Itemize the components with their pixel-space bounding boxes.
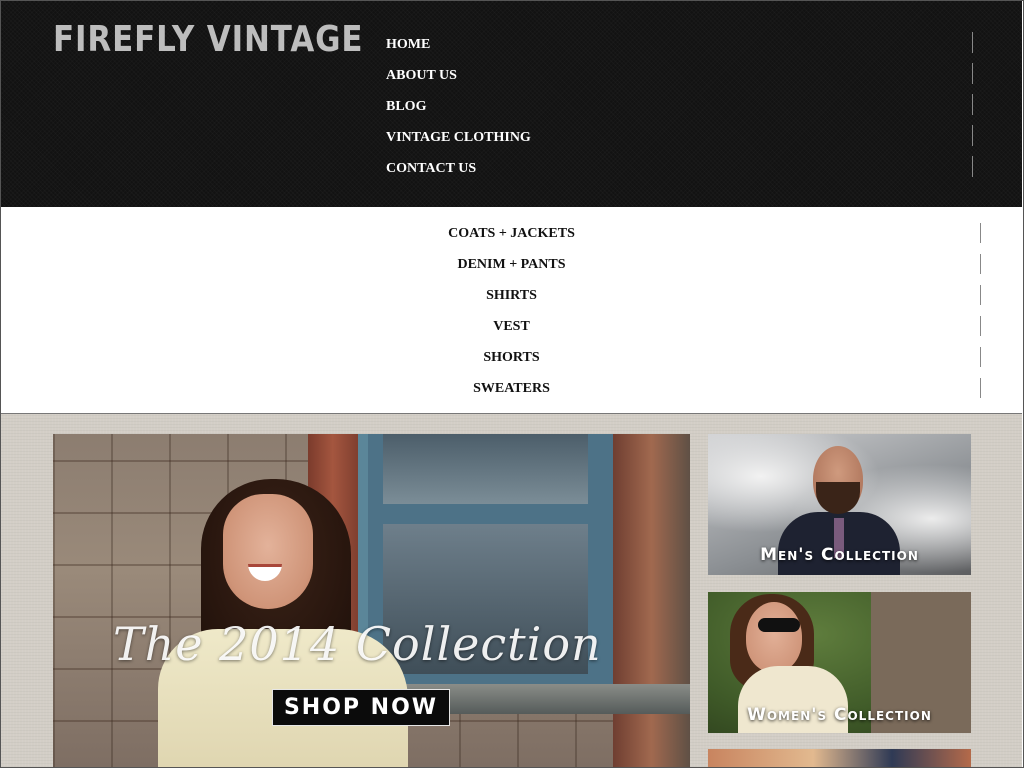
site-logo[interactable]: FIREFLY VINTAGE — [53, 19, 363, 60]
hero-window-pane — [383, 434, 588, 504]
category-divider — [980, 316, 981, 336]
nav-link-about-us[interactable]: ABOUT US — [386, 68, 457, 83]
category-divider — [980, 347, 981, 367]
nav-link-blog[interactable]: BLOG — [386, 99, 426, 114]
category-divider — [980, 223, 981, 243]
womens-collection-tile[interactable]: Women's Collection — [708, 592, 971, 733]
hero-headline: The 2014 Collection — [113, 617, 602, 671]
category-item-sweaters: SWEATERS — [1, 378, 1022, 409]
category-item-coats-jackets: COATS + JACKETS — [1, 223, 1022, 254]
womens-tile-model-face — [746, 602, 802, 672]
nav-item-vintage-clothing: VINTAGE CLOTHING — [386, 124, 974, 155]
main-nav: HOME ABOUT US BLOG VINTAGE CLOTHING CONT… — [386, 31, 974, 186]
category-link-sweaters[interactable]: SWEATERS — [473, 381, 550, 396]
nav-divider — [972, 156, 973, 177]
category-divider — [980, 285, 981, 305]
main-content: The 2014 Collection SHOP NOW Men's Colle… — [1, 414, 1022, 767]
sunglasses-icon — [758, 618, 800, 632]
mens-tile-beard — [816, 482, 860, 514]
category-link-vest[interactable]: VEST — [493, 319, 530, 334]
category-nav: COATS + JACKETS DENIM + PANTS SHIRTS VES… — [1, 223, 1022, 409]
nav-divider — [972, 94, 973, 115]
category-divider — [980, 254, 981, 274]
shop-now-button[interactable]: SHOP NOW — [272, 689, 450, 726]
site-header: FIREFLY VINTAGE HOME ABOUT US BLOG VINTA… — [1, 1, 1022, 207]
category-divider — [980, 378, 981, 398]
womens-collection-label: Women's Collection — [747, 705, 932, 725]
category-nav-band: COATS + JACKETS DENIM + PANTS SHIRTS VES… — [1, 207, 1022, 414]
mens-collection-label: Men's Collection — [760, 545, 919, 565]
category-link-coats-jackets[interactable]: COATS + JACKETS — [448, 226, 575, 241]
nav-divider — [972, 63, 973, 84]
nav-item-contact-us: CONTACT US — [386, 155, 974, 186]
category-item-denim-pants: DENIM + PANTS — [1, 254, 1022, 285]
nav-item-home: HOME — [386, 31, 974, 62]
category-item-shirts: SHIRTS — [1, 285, 1022, 316]
mens-collection-tile[interactable]: Men's Collection — [708, 434, 971, 575]
category-item-vest: VEST — [1, 316, 1022, 347]
hero-banner[interactable]: The 2014 Collection SHOP NOW — [53, 434, 690, 767]
nav-divider — [972, 125, 973, 146]
nav-item-blog: BLOG — [386, 93, 974, 124]
hero-background-wood — [613, 434, 690, 767]
nav-divider — [972, 32, 973, 53]
nav-link-contact-us[interactable]: CONTACT US — [386, 161, 476, 176]
hero-model-face — [223, 494, 313, 609]
nav-link-vintage-clothing[interactable]: VINTAGE CLOTHING — [386, 130, 531, 145]
category-link-denim-pants[interactable]: DENIM + PANTS — [457, 257, 565, 272]
nav-link-home[interactable]: HOME — [386, 37, 430, 52]
category-link-shirts[interactable]: SHIRTS — [486, 288, 537, 303]
category-link-shorts[interactable]: SHORTS — [483, 350, 539, 365]
collection-tile-partial[interactable] — [708, 749, 971, 767]
category-item-shorts: SHORTS — [1, 347, 1022, 378]
nav-item-about-us: ABOUT US — [386, 62, 974, 93]
